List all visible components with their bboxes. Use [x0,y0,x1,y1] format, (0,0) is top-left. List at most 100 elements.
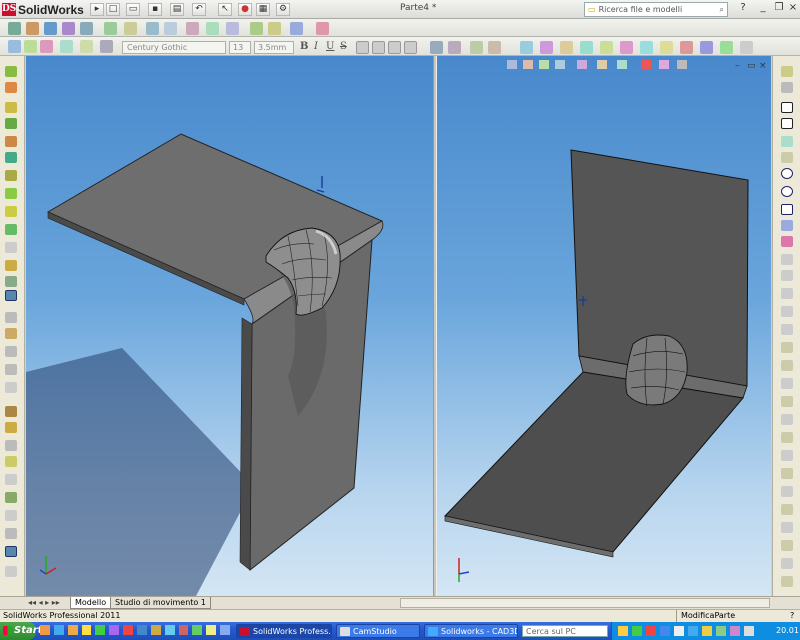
heads-up-toolbar[interactable] [507,60,687,69]
base-flange-icon[interactable] [146,22,159,35]
palette-tool-icon[interactable] [5,492,17,503]
quick-launch-icon[interactable] [53,625,64,635]
horizontal-scrollbar[interactable] [400,598,770,608]
tab-modello[interactable]: Modello [70,597,112,609]
task-solidworks[interactable]: SolidWorks Profess... [236,624,332,638]
sketch-tool-icon[interactable] [781,486,793,497]
hem-icon[interactable] [186,22,199,35]
sketch-tool-icon[interactable] [781,576,793,587]
display-mode-icon[interactable] [448,41,461,54]
quick-launch-icon[interactable] [150,625,161,635]
palette-tool-icon[interactable] [5,546,17,557]
sketch-tool-icon[interactable] [781,270,793,281]
sketch-tool-icon[interactable] [781,432,793,443]
palette-tool-icon[interactable] [5,170,17,181]
quick-launch-icon[interactable] [123,625,134,635]
quick-launch-icon[interactable] [192,625,203,635]
rebuild-traffic-light-icon[interactable]: ● [238,3,252,16]
sketch-tool-icon[interactable] [781,254,793,265]
sketch-tool-icon[interactable] [781,504,793,515]
search-box[interactable]: ▭ Ricerca file e modelli ⌕ [584,2,728,17]
forming-tool-icon[interactable] [290,22,303,35]
solidworks-logo[interactable]: DS SolidWorks [2,2,84,17]
measure-icon[interactable] [104,22,117,35]
file-properties-icon[interactable]: ▦ [256,3,270,16]
table-icon[interactable] [720,41,733,54]
sketch-tool-icon[interactable] [781,66,793,77]
status-help-icon[interactable]: ? [790,611,794,620]
select-pointer-icon[interactable]: ↖ [218,3,232,16]
block-icon[interactable] [700,41,713,54]
quick-launch-icon[interactable] [206,625,217,635]
palette-tool-icon[interactable] [5,188,17,199]
underline-button[interactable]: U [326,41,334,52]
view-orientation-icon[interactable] [577,60,587,69]
start-button[interactable]: Start [0,622,42,640]
display-style-icon[interactable] [597,60,607,69]
palette-tool-icon[interactable] [5,224,17,235]
task-browser[interactable]: Solidworks - CAD3D.it... [424,624,518,638]
unfold-icon[interactable] [250,22,263,35]
balloon-icon[interactable] [560,41,573,54]
hole-callout-icon[interactable] [680,41,693,54]
sketch-tool-icon[interactable] [781,522,793,533]
justify-icon[interactable] [404,41,417,54]
sketch-tool-icon[interactable] [781,378,793,389]
line-thickness-icon[interactable] [488,41,501,54]
tray-icon[interactable] [730,626,740,636]
align-center-icon[interactable] [372,41,385,54]
minimize-viewport-icon[interactable]: – [735,61,740,71]
sketch-tool-icon[interactable] [781,468,793,479]
view-icon[interactable] [80,22,93,35]
palette-tool-icon[interactable] [5,206,17,217]
palette-tool-icon[interactable] [5,82,17,93]
viewport-left[interactable] [26,56,433,596]
fold-icon[interactable] [268,22,281,35]
palette-tool-icon[interactable] [5,422,17,433]
tray-icon[interactable] [660,626,670,636]
align-right-icon[interactable] [388,41,401,54]
tab-motion-study[interactable]: Studio di movimento 1 [110,597,211,609]
sketch-tool-icon[interactable] [781,540,793,551]
bend-icon[interactable] [226,22,239,35]
align-left-icon[interactable] [356,41,369,54]
gtol-icon[interactable] [640,41,653,54]
palette-tool-icon[interactable] [5,382,17,393]
quick-launch-icon[interactable] [109,625,120,635]
close-viewport-icon[interactable]: × [759,61,767,71]
palette-tool-icon[interactable] [5,440,17,451]
pc-search-input[interactable]: Cerca sul PC [522,625,608,637]
sketch-tool-icon[interactable] [781,558,793,569]
palette-tool-icon[interactable] [5,242,17,253]
section-view-icon[interactable] [80,40,93,53]
tray-icon[interactable] [744,626,754,636]
display-style-icon[interactable] [100,40,113,53]
rotate-icon[interactable] [40,40,53,53]
jog-icon[interactable] [206,22,219,35]
tray-icon[interactable] [674,626,684,636]
palette-tool-icon[interactable] [5,328,17,339]
smart-dimension-icon[interactable] [520,41,533,54]
viewport-right[interactable]: – ▭ × [437,56,771,596]
undo-icon[interactable]: ↶ [192,3,206,16]
palette-tool-icon[interactable] [5,456,17,467]
surface-finish-icon[interactable] [580,41,593,54]
open-folder-icon[interactable]: ▭ [126,3,140,16]
scene-icon[interactable] [659,60,669,69]
palette-tool-icon[interactable] [5,566,17,577]
palette-tool-icon[interactable] [5,312,17,323]
line-tool-icon[interactable] [781,102,793,113]
fillet-icon[interactable] [62,22,75,35]
view-settings-icon[interactable] [677,60,687,69]
sketch-tool-icon[interactable] [781,220,793,231]
new-document-icon[interactable]: □ [106,3,120,16]
quick-launch-icon[interactable] [137,625,147,635]
sketch-tool-icon[interactable] [781,414,793,425]
view-orientation-icon[interactable] [430,41,443,54]
sketch-tool-icon[interactable] [781,324,793,335]
rectangle-tool-icon[interactable] [781,118,793,129]
hide-show-icon[interactable] [617,60,627,69]
quick-launch-icon[interactable] [164,625,175,635]
palette-tool-icon[interactable] [5,474,17,485]
tray-icon[interactable] [716,626,726,636]
